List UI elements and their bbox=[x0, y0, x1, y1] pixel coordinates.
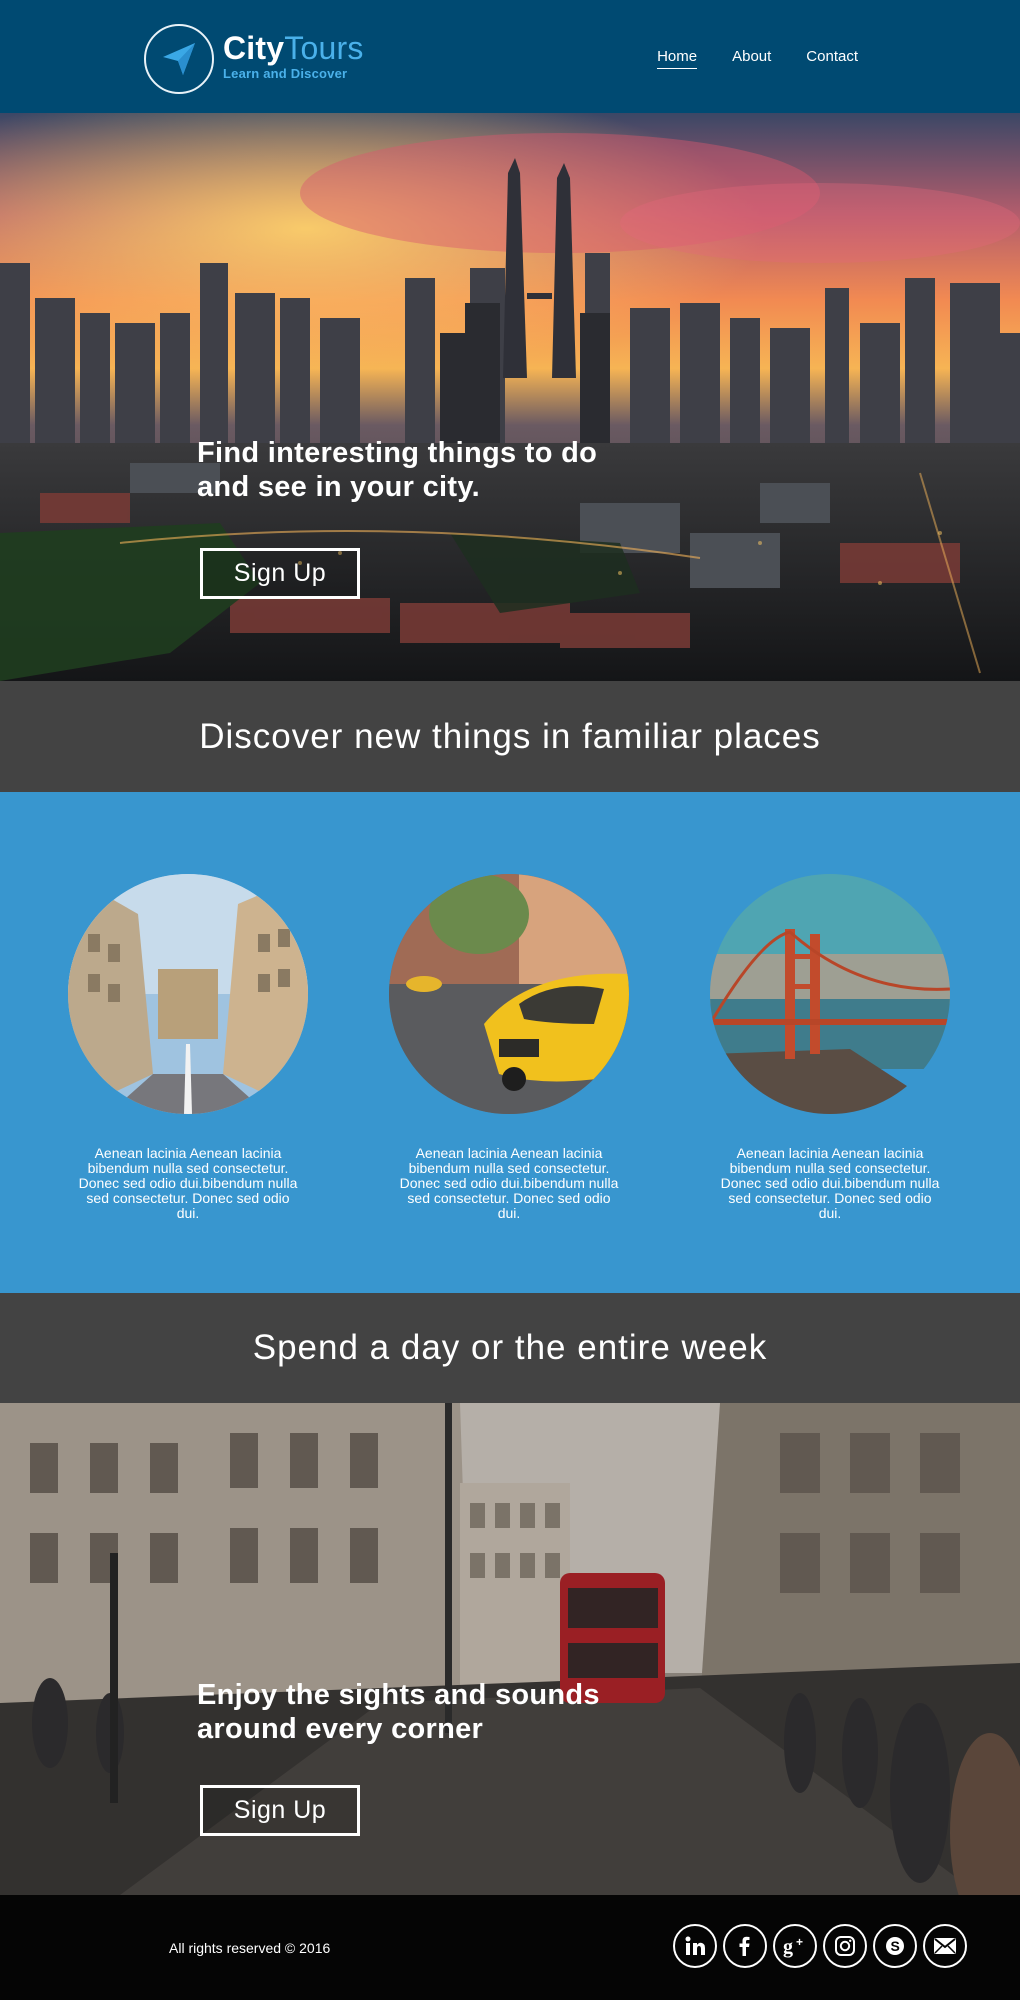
yellow-taxi-photo bbox=[389, 874, 629, 1114]
hero-section: Find interesting things to do and see in… bbox=[0, 113, 1020, 681]
site-header: CityTours Learn and Discover Home About … bbox=[0, 0, 1020, 113]
logo[interactable] bbox=[144, 24, 214, 94]
site-footer: All rights reserved © 2016 g + S bbox=[0, 1895, 1020, 2000]
svg-text:g: g bbox=[783, 1936, 793, 1958]
facebook-icon[interactable] bbox=[723, 1924, 767, 1968]
discover-banner: Discover new things in familiar places bbox=[0, 681, 1020, 792]
skype-icon[interactable]: S bbox=[873, 1924, 917, 1968]
feature-text: Aenean lacinia Aenean lacinia bibendum n… bbox=[78, 1145, 298, 1221]
svg-text:S: S bbox=[891, 1938, 900, 1954]
google-plus-icon[interactable]: g + bbox=[773, 1924, 817, 1968]
nav-contact-link[interactable]: Contact bbox=[806, 48, 858, 69]
social-links: g + S bbox=[673, 1924, 967, 1968]
street-signup-button[interactable]: Sign Up bbox=[200, 1785, 360, 1836]
street-heading: Enjoy the sights and sounds around every… bbox=[197, 1679, 600, 1745]
nav-about-link[interactable]: About bbox=[732, 48, 771, 69]
feature-card: Aenean lacinia Aenean lacinia bibendum n… bbox=[710, 874, 950, 1221]
instagram-icon[interactable] bbox=[823, 1924, 867, 1968]
feature-card: Aenean lacinia Aenean lacinia bibendum n… bbox=[68, 874, 308, 1221]
feature-card: Aenean lacinia Aenean lacinia bibendum n… bbox=[389, 874, 629, 1221]
nav-home-link[interactable]: Home bbox=[657, 48, 698, 69]
city-street-photo bbox=[68, 874, 308, 1114]
spend-banner: Spend a day or the entire week bbox=[0, 1293, 1020, 1403]
linkedin-icon[interactable] bbox=[673, 1924, 717, 1968]
brand-name: CityTours bbox=[223, 30, 364, 66]
spend-banner-title: Spend a day or the entire week bbox=[252, 1328, 768, 1367]
london-street-image bbox=[0, 1403, 1020, 1895]
copyright-text: All rights reserved © 2016 bbox=[169, 1940, 331, 1956]
hero-heading: Find interesting things to do and see in… bbox=[197, 437, 598, 503]
feature-text: Aenean lacinia Aenean lacinia bibendum n… bbox=[399, 1145, 619, 1221]
main-nav: Home About Contact bbox=[657, 48, 858, 69]
hero-signup-button[interactable]: Sign Up bbox=[200, 548, 360, 599]
city-skyline-image bbox=[0, 113, 1020, 681]
brand-tagline: Learn and Discover bbox=[223, 66, 348, 81]
feature-text: Aenean lacinia Aenean lacinia bibendum n… bbox=[720, 1145, 940, 1221]
email-icon[interactable] bbox=[923, 1924, 967, 1968]
svg-text:+: + bbox=[796, 1935, 803, 1949]
brand-name-tours: Tours bbox=[284, 30, 364, 66]
street-section: Enjoy the sights and sounds around every… bbox=[0, 1403, 1020, 1895]
brand-name-city: City bbox=[223, 30, 285, 66]
discover-banner-title: Discover new things in familiar places bbox=[199, 716, 821, 756]
features-section: Aenean lacinia Aenean lacinia bibendum n… bbox=[0, 792, 1020, 1293]
golden-gate-bridge-photo bbox=[710, 874, 950, 1114]
brand[interactable]: CityTours Learn and Discover bbox=[223, 30, 364, 81]
paper-plane-icon bbox=[163, 43, 195, 75]
